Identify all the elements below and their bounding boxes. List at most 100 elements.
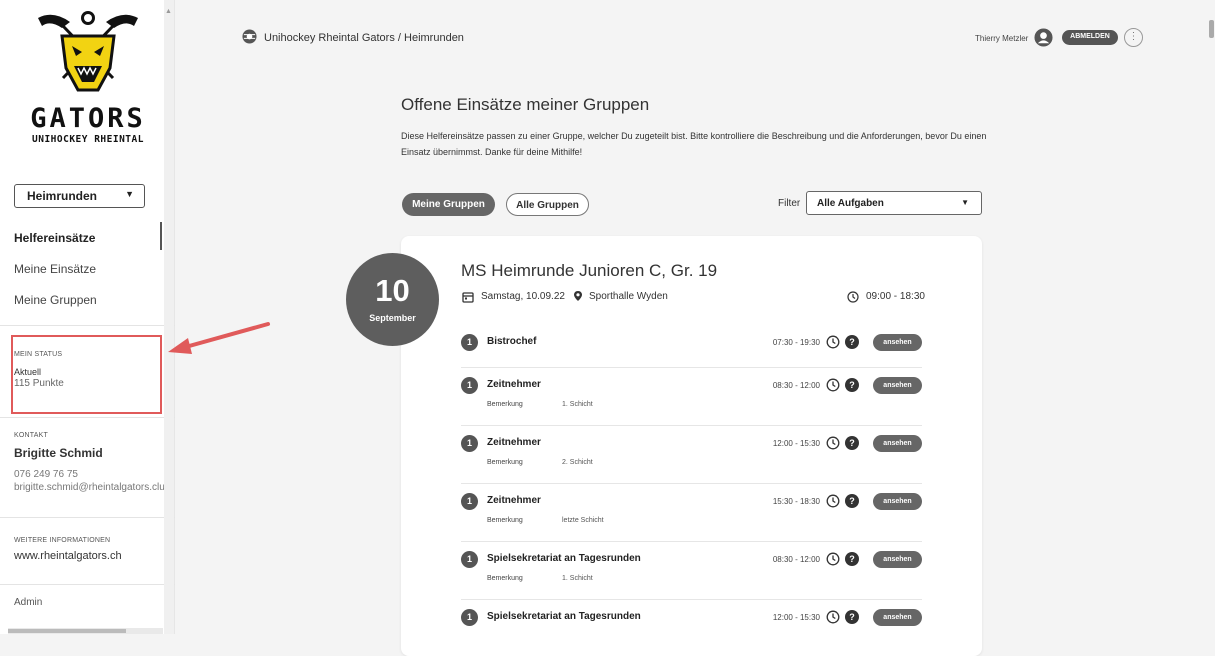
- event-day: 10: [375, 273, 410, 308]
- help-icon[interactable]: ?: [845, 494, 859, 508]
- task-row: 1 Spielsekretariat an Tagesrunden 12:00 - …: [461, 608, 922, 648]
- more-options-icon[interactable]: ⋮: [1124, 28, 1143, 47]
- task-remark-value: 2. Schicht: [562, 459, 593, 466]
- view-task-button[interactable]: ansehen: [873, 435, 922, 452]
- task-remark-value: 1. Schicht: [562, 575, 593, 582]
- more-info-label: WEITERE INFORMATIONEN: [14, 537, 111, 544]
- sidebar-divider: [0, 417, 175, 418]
- event-location: Sporthalle Wyden: [589, 291, 668, 302]
- task-count-badge: 1: [461, 551, 478, 568]
- task-name: Zeitnehmer: [487, 437, 541, 448]
- gators-logo[interactable]: GATORS UNIHOCKEY RHEINTAL: [18, 8, 158, 158]
- event-month: September: [369, 313, 416, 323]
- view-task-button[interactable]: ansehen: [873, 334, 922, 351]
- clock-icon: [826, 552, 840, 566]
- task-count-badge: 1: [461, 435, 478, 452]
- task-count-badge: 1: [461, 334, 478, 351]
- sidebar-divider: [0, 517, 175, 518]
- nav-item-helfereinsaetze[interactable]: Helfereinsätze: [14, 231, 95, 245]
- main-scrollbar[interactable]: [1200, 0, 1215, 634]
- task-name: Zeitnehmer: [487, 495, 541, 506]
- task-remark-label: Bemerkung: [487, 575, 523, 582]
- task-remark-label: Bemerkung: [487, 517, 523, 524]
- calendar-icon: [462, 292, 474, 303]
- task-name: Bistrochef: [487, 336, 537, 347]
- sidebar-divider: [0, 584, 175, 585]
- event-date: Samstag, 10.09.22: [481, 291, 565, 302]
- admin-link[interactable]: Admin: [14, 597, 42, 608]
- clock-icon: [826, 494, 840, 508]
- task-name: Spielsekretariat an Tagesrunden: [487, 611, 641, 622]
- sidebar-divider: [0, 325, 175, 326]
- task-count-badge: 1: [461, 493, 478, 510]
- view-task-button[interactable]: ansehen: [873, 377, 922, 394]
- caret-down-icon: ▼: [125, 189, 134, 199]
- contact-label: KONTAKT: [14, 432, 48, 439]
- event-time: 09:00 - 18:30: [866, 291, 925, 302]
- task-divider: [461, 541, 922, 542]
- logout-button[interactable]: ABMELDEN: [1062, 30, 1118, 45]
- task-row: 1 Spielsekretariat an Tagesrunden 08:30 - …: [461, 550, 922, 590]
- task-count-badge: 1: [461, 609, 478, 626]
- task-remark-label: Bemerkung: [487, 401, 523, 408]
- view-task-button[interactable]: ansehen: [873, 551, 922, 568]
- gator-mascot-icon: [38, 11, 138, 92]
- filter-select-value: Alle Aufgaben: [817, 198, 884, 209]
- red-arrow-icon: [168, 322, 270, 354]
- caret-down-icon: ▼: [961, 198, 969, 207]
- nav-active-indicator: [160, 222, 162, 250]
- user-name: Thierry Metzler: [975, 34, 1029, 43]
- website-link[interactable]: www.rheintalgators.ch: [14, 550, 122, 562]
- task-time: 12:00 - 15:30: [772, 613, 820, 622]
- filter-select[interactable]: Alle Aufgaben ▼: [806, 191, 982, 215]
- task-time: 08:30 - 12:00: [772, 555, 820, 564]
- contact-phone[interactable]: 076 249 76 75: [14, 469, 78, 480]
- event-title: MS Heimrunde Junioren C, Gr. 19: [461, 261, 718, 280]
- sidebar: GATORS UNIHOCKEY RHEINTAL Heimrunden ▼ H…: [0, 0, 175, 634]
- task-time: 08:30 - 12:00: [772, 381, 820, 390]
- clock-icon: [826, 610, 840, 624]
- page-title: Offene Einsätze meiner Gruppen: [401, 95, 650, 114]
- logo-subtitle: UNIHOCKEY RHEINTAL: [32, 134, 144, 145]
- task-divider: [461, 599, 922, 600]
- view-task-button[interactable]: ansehen: [873, 609, 922, 626]
- round-type-select-value: Heimrunden: [27, 189, 98, 203]
- club-emblem-icon: [242, 29, 257, 44]
- task-name: Zeitnehmer: [487, 379, 541, 390]
- nav-item-meine-einsaetze[interactable]: Meine Einsätze: [14, 262, 96, 276]
- task-remark-value: 1. Schicht: [562, 401, 593, 408]
- nav-item-meine-gruppen[interactable]: Meine Gruppen: [14, 293, 97, 307]
- page-description: Diese Helfereinsätze passen zu einer Gru…: [401, 131, 987, 157]
- tab-meine-gruppen[interactable]: Meine Gruppen: [402, 193, 495, 216]
- task-time: 12:00 - 15:30: [772, 439, 820, 448]
- task-row: 1 Zeitnehmer 08:30 - 12:00? ansehen Bemerkun…: [461, 376, 922, 416]
- task-time: 07:30 - 19:30: [772, 338, 820, 347]
- breadcrumb[interactable]: Unihockey Rheintal Gators / Heimrunden: [264, 32, 464, 44]
- contact-email[interactable]: brigitte.schmid@rheintalgators.clu: [14, 482, 165, 493]
- sidebar-scrollbar[interactable]: ▲: [164, 0, 174, 634]
- task-divider: [461, 425, 922, 426]
- task-row: 1 Zeitnehmer 15:30 - 18:30? ansehen Bemerkun…: [461, 492, 922, 532]
- clock-icon: [826, 335, 840, 349]
- view-task-button[interactable]: ansehen: [873, 493, 922, 510]
- sidebar-horizontal-scrollbar[interactable]: [8, 628, 163, 634]
- task-count-badge: 1: [461, 377, 478, 394]
- task-remark-value: letzte Schicht: [562, 517, 604, 524]
- task-name: Spielsekretariat an Tagesrunden: [487, 553, 641, 564]
- filter-label: Filter: [778, 198, 801, 209]
- round-type-select[interactable]: Heimrunden ▼: [14, 184, 145, 208]
- scroll-up-arrow-icon[interactable]: ▲: [165, 8, 172, 15]
- help-icon[interactable]: ?: [845, 378, 859, 392]
- clock-icon: [826, 378, 840, 392]
- task-row: 1 Zeitnehmer 12:00 - 15:30? ansehen Bemerkun…: [461, 434, 922, 474]
- clock-icon: [826, 436, 840, 450]
- help-icon[interactable]: ?: [845, 436, 859, 450]
- user-avatar-icon[interactable]: [1034, 28, 1053, 47]
- task-time: 15:30 - 18:30: [772, 497, 820, 506]
- contact-name: Brigitte Schmid: [14, 446, 103, 460]
- help-icon[interactable]: ?: [845, 335, 859, 349]
- tab-alle-gruppen[interactable]: Alle Gruppen: [506, 193, 589, 216]
- status-highlight-box: [11, 335, 162, 414]
- help-icon[interactable]: ?: [845, 610, 859, 624]
- help-icon[interactable]: ?: [845, 552, 859, 566]
